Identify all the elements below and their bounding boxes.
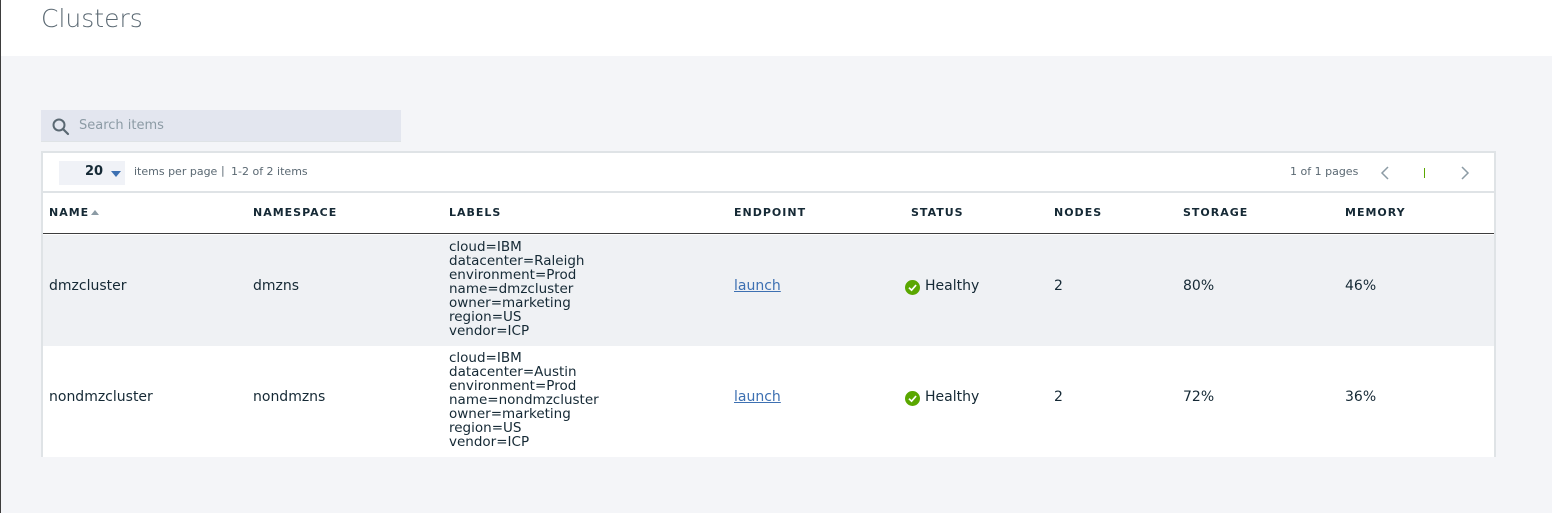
search-input[interactable]	[79, 110, 397, 140]
column-header-name[interactable]: NAME	[49, 206, 89, 219]
checkmark-circle-icon	[905, 280, 920, 295]
table-row[interactable]: dmzcluster dmzns cloud=IBM datacenter=Ra…	[43, 235, 1494, 346]
label-item: name=nondmzcluster	[449, 392, 599, 408]
page-count: 1 of 1 pages	[1290, 165, 1359, 178]
status-text: Healthy	[925, 389, 980, 405]
column-header-storage[interactable]: STORAGE	[1183, 206, 1248, 219]
table-row[interactable]: nondmzcluster nondmzns cloud=IBM datacen…	[43, 346, 1494, 457]
items-per-page-value: 20	[85, 164, 104, 179]
current-page-indicator	[1424, 168, 1425, 178]
pagination-separator: |	[221, 164, 225, 177]
launch-link[interactable]: launch	[734, 389, 781, 405]
chevron-left-icon[interactable]	[1373, 161, 1397, 185]
window-edge	[0, 0, 1, 513]
label-item: region=US	[449, 309, 522, 325]
memory-usage: 36%	[1345, 389, 1377, 405]
pagination-bar: 20 items per page | 1-2 of 2 items 1 of …	[43, 153, 1494, 193]
label-item: datacenter=Raleigh	[449, 253, 585, 269]
table-header: NAME NAMESPACE LABELS ENDPOINT STATUS NO…	[43, 193, 1494, 234]
label-item: cloud=IBM	[449, 350, 522, 366]
label-item: vendor=ICP	[449, 323, 530, 339]
items-per-page-select[interactable]: 20	[59, 161, 125, 185]
cluster-namespace: dmzns	[253, 278, 300, 294]
label-item: owner=marketing	[449, 406, 571, 422]
caret-down-icon	[111, 171, 121, 177]
page-header: Clusters	[1, 0, 1552, 56]
cluster-labels: cloud=IBM datacenter=Raleigh environment…	[449, 240, 584, 338]
label-item: vendor=ICP	[449, 434, 530, 450]
items-range: 1-2 of 2 items	[231, 165, 308, 178]
column-header-memory[interactable]: MEMORY	[1345, 206, 1406, 219]
column-header-namespace[interactable]: NAMESPACE	[253, 206, 337, 219]
column-header-labels[interactable]: LABELS	[449, 206, 501, 219]
column-header-status[interactable]: STATUS	[911, 206, 964, 219]
label-item: environment=Prod	[449, 267, 577, 283]
nodes-count: 2	[1054, 389, 1063, 405]
cluster-name: nondmzcluster	[49, 389, 153, 405]
label-item: environment=Prod	[449, 378, 577, 394]
column-header-nodes[interactable]: NODES	[1054, 206, 1102, 219]
sort-ascending-icon[interactable]	[91, 210, 99, 215]
label-item: datacenter=Austin	[449, 364, 577, 380]
label-item: owner=marketing	[449, 295, 571, 311]
search-bar[interactable]	[41, 110, 401, 142]
column-header-endpoint[interactable]: ENDPOINT	[734, 206, 806, 219]
checkmark-circle-icon	[905, 391, 920, 406]
chevron-right-icon[interactable]	[1453, 161, 1477, 185]
page-title: Clusters	[41, 4, 143, 33]
cluster-namespace: nondmzns	[253, 389, 326, 405]
label-item: region=US	[449, 420, 522, 436]
search-icon	[52, 118, 70, 136]
launch-link[interactable]: launch	[734, 278, 781, 294]
label-item: cloud=IBM	[449, 239, 522, 255]
cluster-labels: cloud=IBM datacenter=Austin environment=…	[449, 351, 599, 449]
clusters-table: 20 items per page | 1-2 of 2 items 1 of …	[41, 151, 1496, 457]
label-item: name=dmzcluster	[449, 281, 574, 297]
nodes-count: 2	[1054, 278, 1063, 294]
storage-usage: 72%	[1183, 389, 1215, 405]
status-text: Healthy	[925, 278, 980, 294]
storage-usage: 80%	[1183, 278, 1215, 294]
memory-usage: 46%	[1345, 278, 1377, 294]
cluster-name: dmzcluster	[49, 278, 127, 294]
items-per-page-label: items per page	[134, 165, 218, 178]
